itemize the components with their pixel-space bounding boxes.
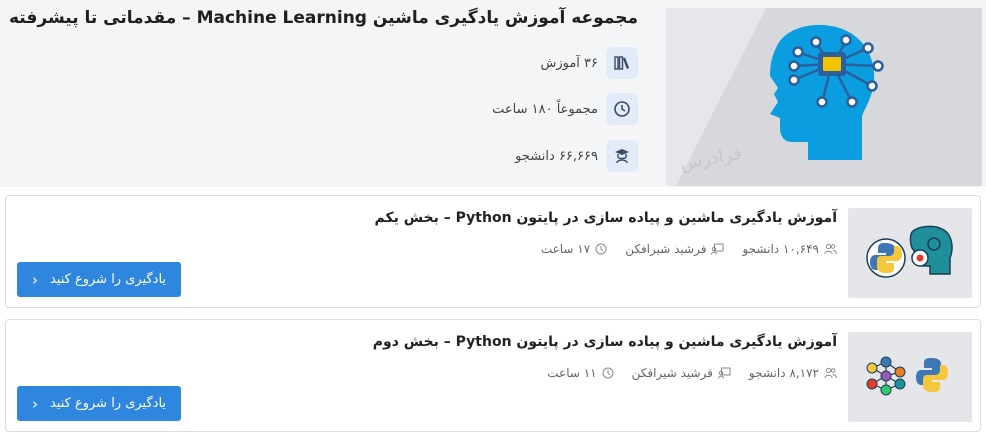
course-instructor-label: فرشید شیرافکن xyxy=(631,366,713,380)
python-ai-illustration xyxy=(866,225,953,278)
stat-duration-label: مجموعاً ۱۸۰ ساعت xyxy=(492,101,598,117)
start-learning-label: یادگیری را شروع کنید xyxy=(49,272,167,287)
course-thumbnail[interactable] xyxy=(848,332,972,422)
users-icon xyxy=(824,243,837,255)
collection-title: مجموعه آموزش یادگیری ماشین Machine Learn… xyxy=(9,8,638,28)
course-students: ۸,۱۷۲ دانشجو xyxy=(749,366,837,380)
course-instructor: فرشید شیرافکن xyxy=(632,366,731,380)
chevron-left-icon: ‹ xyxy=(31,270,38,289)
course-card: آموزش یادگیری ماشین و پیاده سازی در پایت… xyxy=(5,195,981,308)
instructor-icon xyxy=(711,243,724,255)
books-icon xyxy=(606,47,638,79)
stat-courses: ۳۶ آموزش xyxy=(540,47,638,79)
clock-icon xyxy=(606,93,638,125)
clock-icon xyxy=(602,367,614,379)
users-icon xyxy=(824,367,837,379)
course-students: ۱۰,۶۴۹ دانشجو xyxy=(742,242,837,256)
stat-courses-label: ۳۶ آموزش xyxy=(540,55,598,71)
course-duration: ۱۷ ساعت xyxy=(541,242,607,256)
chevron-left-icon: ‹ xyxy=(31,394,38,413)
course-duration-label: ۱۷ ساعت xyxy=(540,242,591,256)
course-duration: ۱۱ ساعت xyxy=(547,366,614,380)
course-instructor-label: فرشید شیرافکن xyxy=(625,242,707,256)
clock-icon xyxy=(595,243,607,255)
course-meta: ۱۰,۶۴۹ دانشجو فرشید شیرافکن ۱۷ ساعت xyxy=(523,242,837,256)
course-title[interactable]: آموزش یادگیری ماشین و پیاده سازی در پایت… xyxy=(373,334,837,350)
graduate-icon xyxy=(606,140,638,172)
stat-duration: مجموعاً ۱۸۰ ساعت xyxy=(492,93,638,125)
instructor-icon xyxy=(717,367,731,379)
course-card: آموزش یادگیری ماشین و پیاده سازی در پایت… xyxy=(5,319,981,432)
course-duration-label: ۱۱ ساعت xyxy=(547,366,597,380)
course-meta: ۸,۱۷۲ دانشجو فرشید شیرافکن ۱۱ ساعت xyxy=(529,366,837,380)
course-thumbnail[interactable] xyxy=(848,208,972,298)
collection-thumbnail[interactable]: فرادرس xyxy=(666,8,982,186)
course-instructor: فرشید شیرافکن xyxy=(625,242,724,256)
stat-students-label: ۶۶,۶۶۹ دانشجو xyxy=(515,148,598,164)
course-students-label: ۱۰,۶۴۹ دانشجو xyxy=(742,242,819,256)
python-network-illustration xyxy=(866,356,948,396)
start-learning-button[interactable]: یادگیری را شروع کنید ‹ xyxy=(17,386,181,421)
start-learning-button[interactable]: یادگیری را شروع کنید ‹ xyxy=(17,262,181,297)
course-students-label: ۸,۱۷۲ دانشجو xyxy=(748,366,819,380)
start-learning-label: یادگیری را شروع کنید xyxy=(49,396,167,411)
collection-header: فرادرس مجموعه آموزش یادگیری ماشین Machin… xyxy=(0,0,986,187)
course-title[interactable]: آموزش یادگیری ماشین و پیاده سازی در پایت… xyxy=(375,210,838,226)
stat-students: ۶۶,۶۶۹ دانشجو xyxy=(515,140,638,172)
